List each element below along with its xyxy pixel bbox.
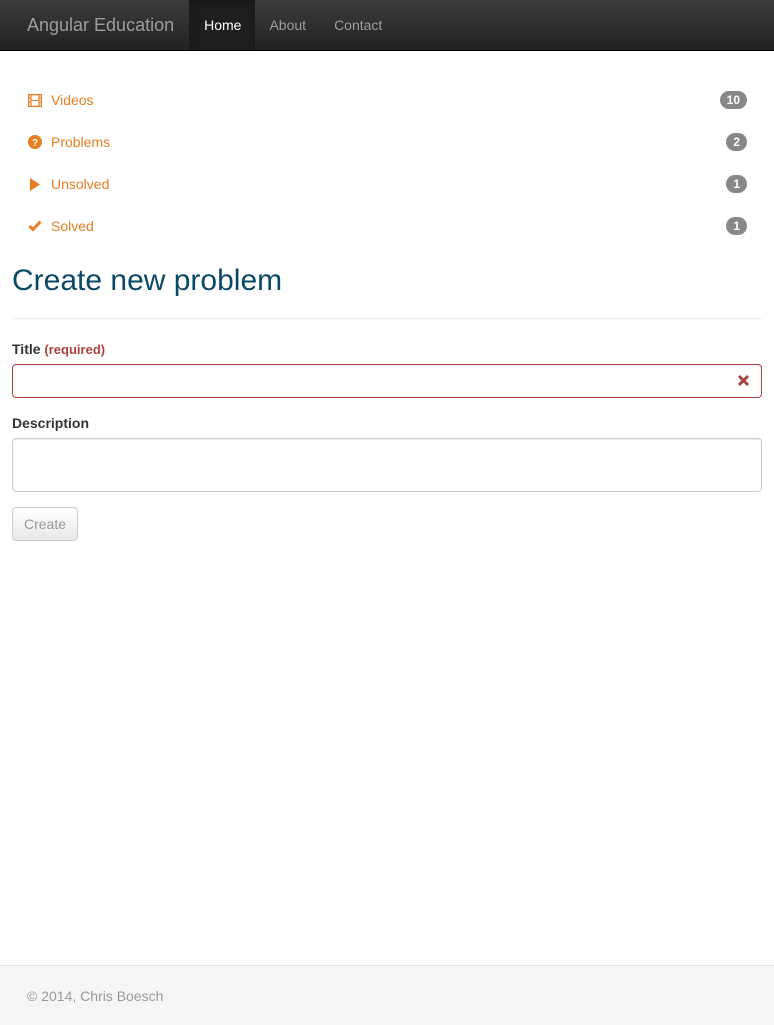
- nav-menu: Home About Contact: [189, 0, 396, 50]
- nav-item-about[interactable]: About: [255, 0, 320, 50]
- navbar: Angular Education Home About Contact: [0, 0, 774, 51]
- title-label: Title (required): [12, 341, 105, 357]
- stat-label: Videos: [51, 92, 94, 108]
- stat-label: Problems: [51, 134, 111, 150]
- description-field: [12, 438, 762, 492]
- description-label: Description: [12, 415, 90, 431]
- title-field: [12, 364, 762, 398]
- count-badge: 10: [719, 91, 747, 109]
- description-textarea[interactable]: [13, 439, 761, 491]
- stat-item-problems[interactable]: ? Problems 2: [12, 121, 762, 163]
- title-input[interactable]: [13, 365, 761, 397]
- error-x-icon: [737, 374, 751, 388]
- title-label-text: Title: [12, 341, 41, 357]
- footer-copyright: © 2014, Chris Boesch: [27, 988, 164, 1004]
- divider: [12, 318, 762, 319]
- brand-link[interactable]: Angular Education: [0, 0, 189, 50]
- play-icon: [27, 176, 43, 192]
- svg-text:?: ?: [32, 138, 38, 149]
- nav-item-home[interactable]: Home: [189, 0, 256, 50]
- count-badge: 1: [726, 175, 747, 193]
- stat-label: Unsolved: [51, 176, 110, 192]
- question-circle-icon: ?: [27, 134, 43, 150]
- stat-item-videos[interactable]: Videos 10: [12, 79, 762, 121]
- stats-list: Videos 10 ? Problems 2 Unsolved 1 Solved…: [12, 79, 762, 247]
- page-title: Create new problem: [12, 264, 283, 297]
- check-icon: [27, 218, 43, 234]
- footer: © 2014, Chris Boesch: [0, 965, 774, 1025]
- stat-item-unsolved[interactable]: Unsolved 1: [12, 163, 762, 205]
- count-badge: 1: [726, 217, 747, 235]
- required-hint: (required): [44, 342, 106, 357]
- nav-item-contact[interactable]: Contact: [320, 0, 396, 50]
- count-badge: 2: [726, 133, 747, 151]
- film-icon: [27, 92, 43, 108]
- create-button[interactable]: Create: [12, 507, 78, 541]
- stat-label: Solved: [51, 218, 94, 234]
- stat-item-solved[interactable]: Solved 1: [12, 205, 762, 247]
